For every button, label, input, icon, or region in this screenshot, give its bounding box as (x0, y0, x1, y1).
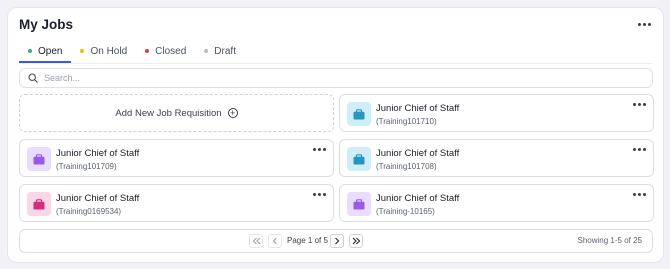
draft-status-dot-icon (204, 49, 209, 53)
job-title: Junior Chief of Staff (376, 148, 460, 159)
job-more-options-icon[interactable] (313, 148, 326, 151)
briefcase-icon (347, 102, 371, 126)
page-indicator: Page 1 of 5 (287, 236, 328, 245)
search-input[interactable] (44, 73, 624, 83)
search-icon (28, 73, 38, 83)
closed-status-dot-icon (145, 49, 150, 53)
job-id: (Training0169534) (56, 207, 122, 216)
job-id: (Training101710) (376, 117, 437, 126)
tab-label: Draft (214, 45, 236, 57)
job-card[interactable]: Junior Chief of Staff (Training101710) (339, 94, 654, 132)
chevron-left-icon (272, 237, 277, 245)
tab-label: On Hold (90, 45, 128, 57)
search-bar (19, 68, 653, 88)
page-title: My Jobs (19, 17, 74, 32)
job-card[interactable]: Junior Chief of Staff (Training101708) (339, 139, 654, 177)
my-jobs-card: My Jobs Open On Hold Closed Draft Add Ne (7, 7, 664, 263)
job-more-options-icon[interactable] (633, 103, 646, 106)
tabs-divider (19, 63, 652, 64)
job-title: Junior Chief of Staff (376, 103, 460, 114)
status-tabs: Open On Hold Closed Draft (19, 40, 245, 63)
job-title: Junior Chief of Staff (56, 148, 140, 159)
pagination-bar: Page 1 of 5 Showing 1-5 of 25 (19, 229, 653, 253)
briefcase-icon (27, 192, 51, 216)
briefcase-icon (347, 192, 371, 216)
add-job-requisition-button[interactable]: Add New Job Requisition + (19, 94, 334, 132)
tab-label: Open (38, 45, 63, 57)
briefcase-icon (27, 147, 51, 171)
card-more-options-icon[interactable] (638, 23, 651, 26)
results-count: Showing 1-5 of 25 (577, 236, 643, 245)
last-page-button[interactable] (349, 234, 363, 248)
tab-closed[interactable]: Closed (136, 40, 195, 62)
job-title: Junior Chief of Staff (376, 193, 460, 204)
next-page-button[interactable] (330, 234, 344, 248)
chevron-right-icon (335, 237, 340, 245)
first-page-button[interactable] (249, 234, 263, 248)
double-chevron-left-icon (252, 237, 260, 245)
previous-page-button[interactable] (268, 234, 282, 248)
job-more-options-icon[interactable] (633, 148, 646, 151)
tab-on-hold[interactable]: On Hold (71, 40, 136, 62)
plus-circle-icon: + (227, 108, 238, 118)
job-more-options-icon[interactable] (313, 193, 326, 196)
job-card[interactable]: Junior Chief of Staff (Training-10165) (339, 184, 654, 222)
tab-draft[interactable]: Draft (195, 40, 245, 62)
job-id: (Training-10165) (376, 207, 435, 216)
job-card[interactable]: Junior Chief of Staff (Training101709) (19, 139, 334, 177)
job-more-options-icon[interactable] (633, 193, 646, 196)
tab-open[interactable]: Open (19, 40, 72, 63)
job-title: Junior Chief of Staff (56, 193, 140, 204)
double-chevron-right-icon (352, 237, 360, 245)
on-hold-status-dot-icon (80, 49, 85, 53)
open-status-dot-icon (28, 49, 32, 53)
job-id: (Training101708) (376, 162, 437, 171)
job-id: (Training101709) (56, 162, 117, 171)
briefcase-icon (347, 147, 371, 171)
tab-label: Closed (155, 45, 187, 57)
add-job-requisition-label: Add New Job Requisition (115, 107, 222, 119)
job-card[interactable]: Junior Chief of Staff (Training0169534) (19, 184, 334, 222)
